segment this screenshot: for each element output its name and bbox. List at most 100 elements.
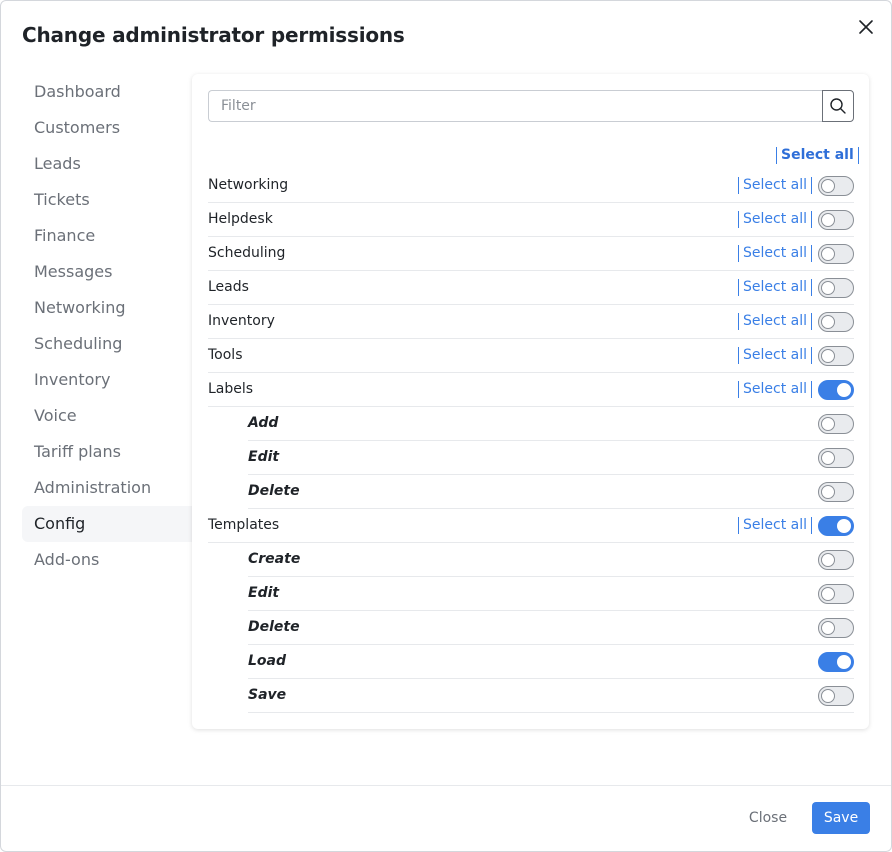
permission-templates-load-toggle[interactable] — [818, 652, 854, 672]
permission-group-leads-toggle[interactable] — [818, 278, 854, 298]
permission-labels-delete-toggle[interactable] — [818, 482, 854, 502]
permissions-panel: Select all Networking Select all Helpdesk S… — [192, 74, 869, 729]
permission-group-templates-select-all[interactable]: Select all — [738, 517, 812, 534]
permission-templates-delete-toggle[interactable] — [818, 618, 854, 638]
permission-group-labels-select-all[interactable]: Select all — [738, 381, 812, 398]
permission-group-inventory-label: Inventory — [208, 313, 275, 329]
close-button[interactable]: Close — [735, 802, 801, 834]
toggle-knob — [821, 553, 835, 567]
toggle-knob — [821, 485, 835, 499]
search-icon — [830, 98, 846, 114]
permission-labels-delete-label: Delete — [248, 483, 300, 499]
sidebar-item-finance[interactable]: Finance — [22, 218, 192, 254]
permissions-dialog: Change administrator permissions Dashboa… — [0, 0, 892, 852]
permission-group-networking-select-all[interactable]: Select all — [738, 177, 812, 194]
permission-group-labels-toggle[interactable] — [818, 380, 854, 400]
permission-group-tools-row: Tools Select all — [208, 339, 854, 373]
filter-bar — [208, 90, 854, 122]
select-all-global[interactable]: Select all — [776, 147, 859, 164]
permission-group-tools-label: Tools — [208, 347, 243, 363]
permission-group-helpdesk-select-all[interactable]: Select all — [738, 211, 812, 228]
permission-group-templates-toggle[interactable] — [818, 516, 854, 536]
sidebar-item-administration[interactable]: Administration — [22, 470, 192, 506]
permission-group-scheduling-label: Scheduling — [208, 245, 286, 261]
permission-labels-add-label: Add — [248, 415, 279, 431]
permission-templates-create-toggle[interactable] — [818, 550, 854, 570]
permissions-list: Networking Select all Helpdesk Select all Sc… — [208, 169, 854, 713]
filter-input[interactable] — [208, 90, 822, 122]
toggle-knob — [821, 281, 835, 295]
permission-group-helpdesk-toggle[interactable] — [818, 210, 854, 230]
permission-group-leads-row: Leads Select all — [208, 271, 854, 305]
permission-templates-edit-label: Edit — [248, 585, 280, 601]
permission-labels-add-row: Add — [248, 407, 854, 441]
permission-templates-edit-row: Edit — [248, 577, 854, 611]
toggle-knob — [837, 383, 851, 397]
sidebar-item-tariff-plans[interactable]: Tariff plans — [22, 434, 192, 470]
sidebar-item-dashboard[interactable]: Dashboard — [22, 74, 192, 110]
permission-group-labels-label: Labels — [208, 381, 254, 397]
toggle-knob — [821, 587, 835, 601]
toggle-knob — [837, 655, 851, 669]
permission-labels-delete-row: Delete — [248, 475, 854, 509]
sidebar-item-voice[interactable]: Voice — [22, 398, 192, 434]
permission-group-inventory-select-all[interactable]: Select all — [738, 313, 812, 330]
sidebar-nav: Dashboard Customers Leads Tickets Finance Mes… — [22, 74, 192, 578]
search-button[interactable] — [822, 90, 854, 122]
permission-group-templates-row: Templates Select all — [208, 509, 854, 543]
sidebar-item-messages[interactable]: Messages — [22, 254, 192, 290]
permission-labels-edit-label: Edit — [248, 449, 280, 465]
permission-labels-edit-toggle[interactable] — [818, 448, 854, 468]
save-button[interactable]: Save — [812, 802, 870, 834]
permission-group-leads-select-all[interactable]: Select all — [738, 279, 812, 296]
toggle-knob — [821, 315, 835, 329]
sidebar-item-networking[interactable]: Networking — [22, 290, 192, 326]
sidebar-item-scheduling[interactable]: Scheduling — [22, 326, 192, 362]
permission-group-helpdesk-label: Helpdesk — [208, 211, 273, 227]
close-icon[interactable] — [854, 15, 878, 39]
permission-templates-create-row: Create — [248, 543, 854, 577]
permission-group-labels-row: Labels Select all — [208, 373, 854, 407]
toggle-knob — [821, 213, 835, 227]
permission-group-helpdesk-row: Helpdesk Select all — [208, 203, 854, 237]
permission-group-scheduling-row: Scheduling Select all — [208, 237, 854, 271]
permission-templates-load-label: Load — [248, 653, 287, 669]
permission-group-networking-row: Networking Select all — [208, 169, 854, 203]
permission-templates-save-label: Save — [248, 687, 287, 703]
permission-templates-save-row: Save — [248, 679, 854, 713]
permission-labels-add-toggle[interactable] — [818, 414, 854, 434]
toggle-knob — [821, 689, 835, 703]
sidebar-item-inventory[interactable]: Inventory — [22, 362, 192, 398]
toggle-knob — [821, 247, 835, 261]
permission-templates-save-toggle[interactable] — [818, 686, 854, 706]
permission-group-leads-label: Leads — [208, 279, 249, 295]
permission-group-inventory-toggle[interactable] — [818, 312, 854, 332]
permission-group-templates-label: Templates — [208, 517, 280, 533]
permission-templates-create-label: Create — [248, 551, 301, 567]
toggle-knob — [821, 417, 835, 431]
permission-templates-delete-label: Delete — [248, 619, 300, 635]
permission-templates-load-row: Load — [248, 645, 854, 679]
permission-group-tools-select-all[interactable]: Select all — [738, 347, 812, 364]
sidebar-item-customers[interactable]: Customers — [22, 110, 192, 146]
toggle-knob — [821, 621, 835, 635]
permission-templates-delete-row: Delete — [248, 611, 854, 645]
permission-group-scheduling-toggle[interactable] — [818, 244, 854, 264]
sidebar-item-config[interactable]: Config — [22, 506, 192, 542]
permission-group-scheduling-select-all[interactable]: Select all — [738, 245, 812, 262]
sidebar-item-add-ons[interactable]: Add-ons — [22, 542, 192, 578]
sidebar-item-leads[interactable]: Leads — [22, 146, 192, 182]
permission-templates-edit-toggle[interactable] — [818, 584, 854, 604]
toggle-knob — [821, 349, 835, 363]
dialog-title: Change administrator permissions — [22, 23, 405, 47]
permission-group-networking-label: Networking — [208, 177, 289, 193]
footer-divider — [1, 785, 891, 786]
permission-labels-edit-row: Edit — [248, 441, 854, 475]
toggle-knob — [821, 451, 835, 465]
permission-group-inventory-row: Inventory Select all — [208, 305, 854, 339]
permission-group-networking-toggle[interactable] — [818, 176, 854, 196]
toggle-knob — [821, 179, 835, 193]
sidebar-item-tickets[interactable]: Tickets — [22, 182, 192, 218]
toggle-knob — [837, 519, 851, 533]
permission-group-tools-toggle[interactable] — [818, 346, 854, 366]
